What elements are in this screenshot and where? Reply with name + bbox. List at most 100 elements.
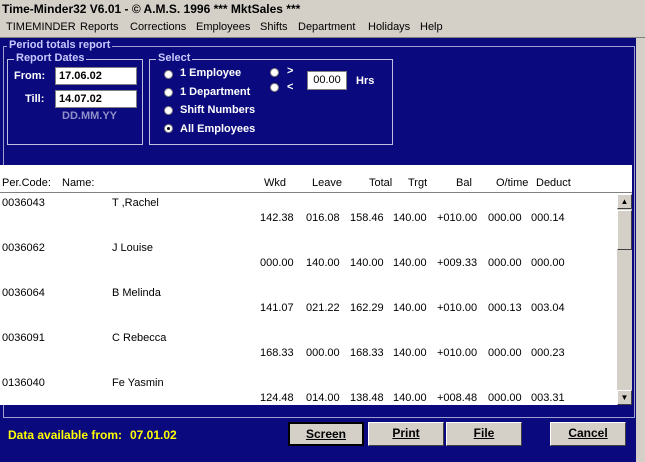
row-leave: 140.00	[306, 257, 340, 269]
col-header-trgt: Trgt	[408, 177, 428, 189]
col-header-bal: Bal	[456, 177, 472, 189]
till-date-input[interactable]: 14.07.02	[55, 90, 137, 108]
row-trgt: 140.00	[393, 302, 427, 314]
row-bal: +009.33	[437, 257, 478, 269]
col-header-deduct: Deduct	[536, 177, 571, 189]
data-available-date: 07.01.02	[130, 428, 177, 442]
radio-less-than[interactable]	[270, 83, 279, 92]
row-deduct: 003.04	[531, 302, 565, 314]
row-wkd: 000.00	[260, 257, 294, 269]
row-total: 168.33	[350, 347, 384, 359]
row-name: C Rebecca	[112, 332, 167, 344]
app-window: Time-Minder32 V6.01 - © A.M.S. 1996 *** …	[0, 0, 645, 462]
from-date-input[interactable]: 17.06.02	[55, 67, 137, 85]
scroll-thumb[interactable]	[617, 210, 632, 250]
radio-1-department-label: 1 Department	[180, 86, 251, 98]
hours-input[interactable]: 00.00	[307, 71, 347, 90]
date-format-hint: DD.MM.YY	[62, 110, 117, 122]
row-otime: 000.13	[488, 302, 522, 314]
row-deduct: 003.31	[531, 392, 565, 404]
less-than-label: <	[287, 81, 294, 93]
col-header-total: Total	[369, 177, 393, 189]
row-leave: 016.08	[306, 212, 340, 224]
row-total: 158.46	[350, 212, 384, 224]
radio-greater-than[interactable]	[270, 68, 279, 77]
greater-than-label: >	[287, 65, 294, 77]
row-code: 0036043	[2, 197, 45, 209]
till-label: Till:	[25, 93, 45, 105]
row-deduct: 000.14	[531, 212, 565, 224]
row-trgt: 140.00	[393, 347, 427, 359]
window-edge	[636, 38, 645, 462]
scroll-up-icon[interactable]: ▲	[617, 194, 632, 209]
row-bal: +010.00	[437, 347, 478, 359]
row-wkd: 141.07	[260, 302, 294, 314]
row-bal: +010.00	[437, 212, 478, 224]
menu-department[interactable]: Department	[298, 21, 355, 33]
radio-1-employee[interactable]	[164, 70, 173, 79]
report-table: Per.Code: Name: Wkd Leave Total Trgt Bal…	[0, 165, 632, 405]
row-code: 0036091	[2, 332, 45, 344]
header-divider	[0, 192, 632, 193]
vertical-scrollbar[interactable]: ▲ ▼	[617, 194, 632, 405]
row-bal: +008.48	[437, 392, 478, 404]
row-wkd: 124.48	[260, 392, 294, 404]
row-wkd: 168.33	[260, 347, 294, 359]
row-deduct: 000.23	[531, 347, 565, 359]
scroll-down-icon[interactable]: ▼	[617, 390, 632, 405]
row-total: 162.29	[350, 302, 384, 314]
file-button[interactable]: File	[446, 422, 522, 446]
col-header-otime: O/time	[496, 177, 529, 189]
row-otime: 000.00	[488, 257, 522, 269]
radio-all-employees-label: All Employees	[180, 123, 256, 135]
radio-1-department[interactable]	[164, 88, 173, 97]
row-leave: 014.00	[306, 392, 340, 404]
row-trgt: 140.00	[393, 212, 427, 224]
col-header-leave: Leave	[312, 177, 342, 189]
row-leave: 000.00	[306, 347, 340, 359]
radio-shift-numbers-label: Shift Numbers	[180, 104, 256, 116]
row-otime: 000.00	[488, 212, 522, 224]
col-header-percode: Per.Code:	[2, 177, 51, 189]
menu-corrections[interactable]: Corrections	[130, 21, 186, 33]
row-name: J Louise	[112, 242, 153, 254]
report-dates-title: Report Dates	[14, 52, 87, 64]
radio-1-employee-label: 1 Employee	[180, 67, 242, 79]
row-trgt: 140.00	[393, 257, 427, 269]
radio-all-employees[interactable]	[164, 124, 173, 133]
menu-reports[interactable]: Reports	[80, 21, 119, 33]
row-otime: 000.00	[488, 392, 522, 404]
screen-button[interactable]: Screen	[288, 422, 364, 446]
row-bal: +010.00	[437, 302, 478, 314]
row-code: 0036064	[2, 287, 45, 299]
hours-label: Hrs	[356, 75, 375, 87]
menu-employees[interactable]: Employees	[196, 21, 250, 33]
row-wkd: 142.38	[260, 212, 294, 224]
row-otime: 000.00	[488, 347, 522, 359]
menu-bar: TIMEMINDER Reports Corrections Employees…	[0, 19, 645, 38]
from-label: From:	[14, 70, 46, 82]
col-header-name: Name:	[62, 177, 95, 189]
period-totals-title: Period totals report	[7, 39, 113, 51]
cancel-button[interactable]: Cancel	[550, 422, 626, 446]
title-bar: Time-Minder32 V6.01 - © A.M.S. 1996 *** …	[0, 0, 645, 18]
row-deduct: 000.00	[531, 257, 565, 269]
row-trgt: 140.00	[393, 392, 427, 404]
menu-help[interactable]: Help	[420, 21, 443, 33]
col-header-wkd: Wkd	[264, 177, 286, 189]
row-code: 0036062	[2, 242, 45, 254]
data-available-label: Data available from:	[8, 428, 123, 442]
row-name: T ,Rachel	[112, 197, 159, 209]
radio-shift-numbers[interactable]	[164, 106, 173, 115]
print-button[interactable]: Print	[368, 422, 444, 446]
menu-shifts[interactable]: Shifts	[260, 21, 288, 33]
row-code: 0136040	[2, 377, 45, 389]
select-title: Select	[156, 52, 193, 64]
row-name: B Melinda	[112, 287, 161, 299]
menu-holidays[interactable]: Holidays	[368, 21, 410, 33]
row-name: Fe Yasmin	[112, 377, 164, 389]
row-leave: 021.22	[306, 302, 340, 314]
row-total: 140.00	[350, 257, 384, 269]
row-total: 138.48	[350, 392, 384, 404]
menu-timeminder[interactable]: TIMEMINDER	[6, 21, 76, 33]
